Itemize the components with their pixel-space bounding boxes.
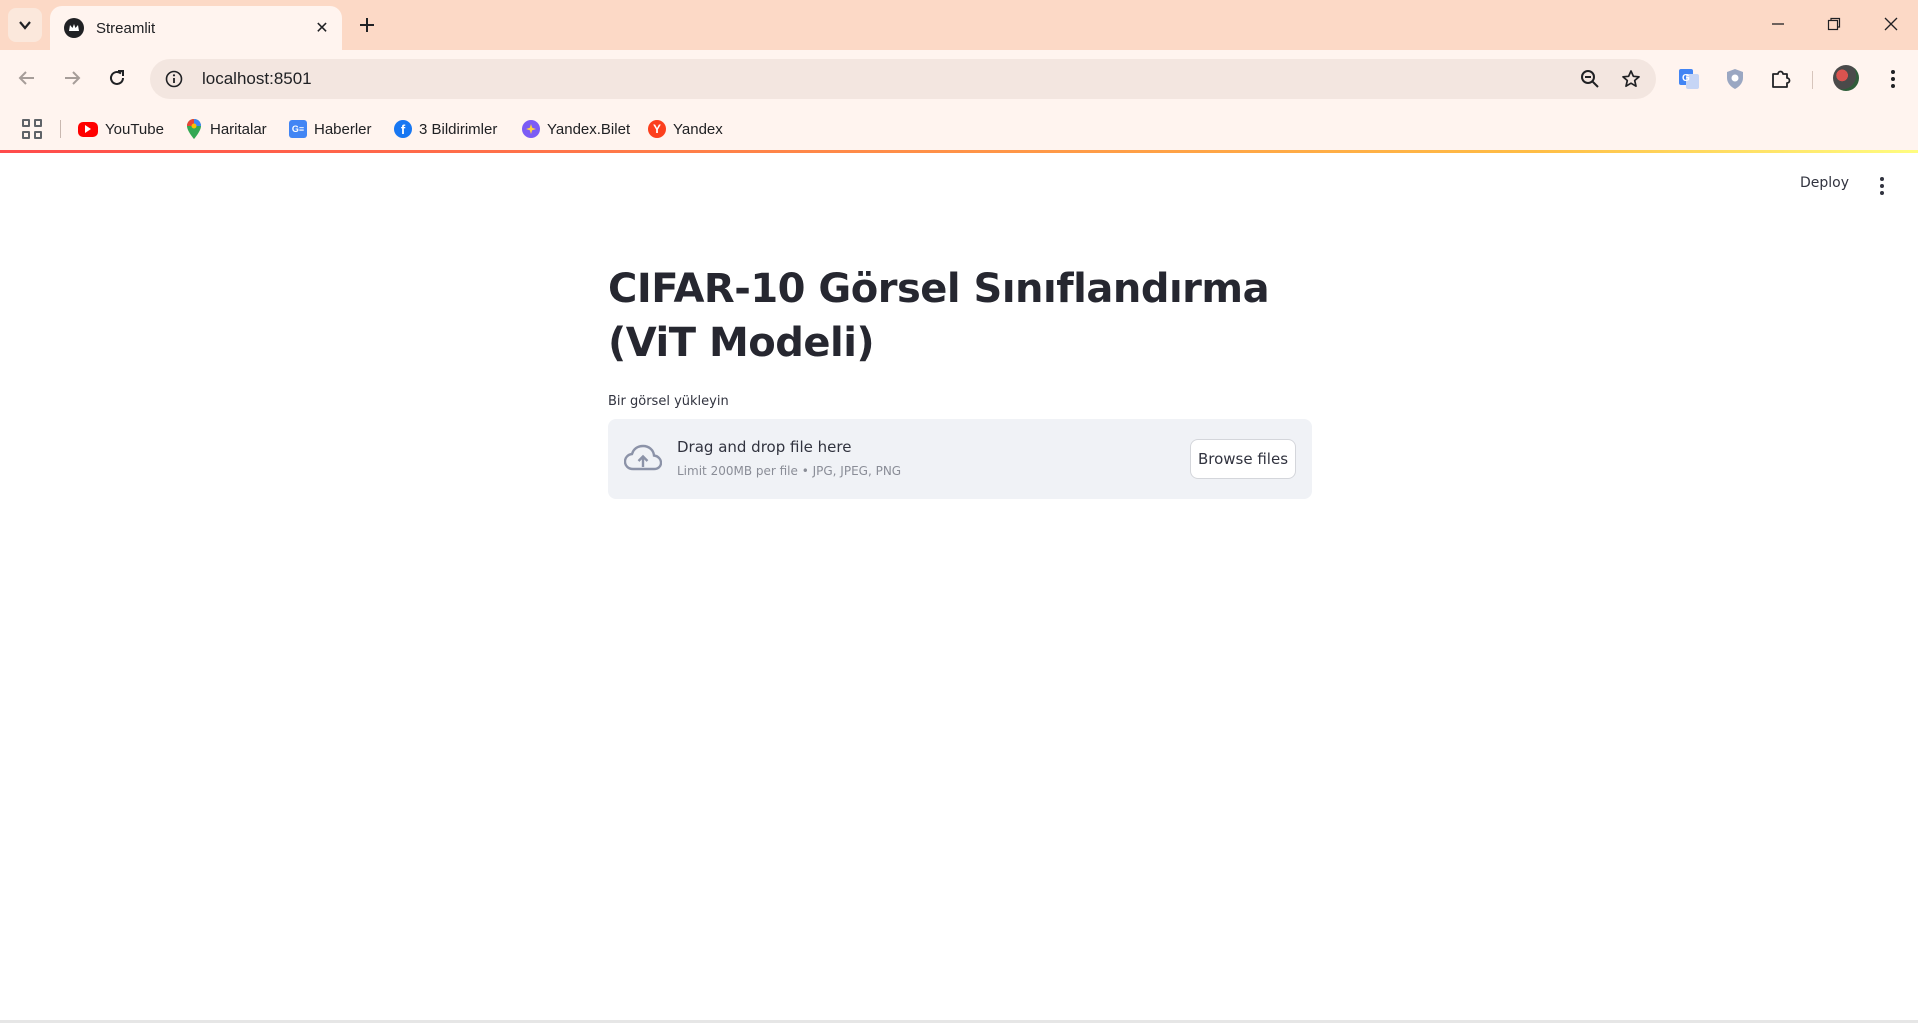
- bookmark-haberler[interactable]: G≡ Haberler: [289, 118, 372, 140]
- bookmark-yandex-bilet[interactable]: Yandex.Bilet: [522, 118, 630, 140]
- browser-title-bar: Streamlit ✕: [0, 0, 1918, 50]
- restore-icon: [1827, 17, 1841, 31]
- page-title: CIFAR-10 Görsel Sınıflandırma (ViT Model…: [608, 266, 1270, 366]
- zoom-icon[interactable]: [1574, 63, 1606, 95]
- app-menu-icon[interactable]: [1874, 174, 1890, 198]
- extensions-puzzle-icon[interactable]: [1765, 63, 1797, 95]
- bookmark-label: 3 Bildirimler: [419, 120, 498, 138]
- youtube-icon: [78, 121, 98, 137]
- arrow-left-icon: [18, 71, 34, 85]
- chevron-down-icon: [19, 21, 31, 30]
- address-bar[interactable]: localhost:8501: [150, 59, 1656, 99]
- close-window-button[interactable]: [1870, 6, 1912, 42]
- facebook-icon: f: [394, 120, 412, 138]
- streamlit-favicon-icon: [64, 18, 84, 38]
- url-text[interactable]: localhost:8501: [202, 69, 1574, 89]
- browse-files-button[interactable]: Browse files: [1190, 439, 1296, 479]
- restore-button[interactable]: [1813, 6, 1855, 42]
- yandex-bilet-icon: [522, 120, 540, 138]
- deploy-button[interactable]: Deploy: [1800, 175, 1849, 191]
- browser-toolbar: localhost:8501 G: [0, 50, 1918, 108]
- toolbar-divider: [1812, 71, 1813, 89]
- arrow-right-icon: [65, 71, 81, 85]
- new-tab-button[interactable]: [352, 10, 382, 40]
- bookmarks-divider: [60, 120, 61, 138]
- browser-tab[interactable]: Streamlit ✕: [50, 6, 342, 50]
- plus-icon: [360, 18, 374, 32]
- tab-title: Streamlit: [96, 19, 156, 37]
- site-info-icon[interactable]: [164, 69, 184, 89]
- profile-avatar[interactable]: [1833, 65, 1859, 91]
- reload-button[interactable]: [101, 62, 133, 94]
- news-icon: G≡: [289, 120, 307, 138]
- bookmark-label: YouTube: [105, 120, 164, 138]
- tab-close-icon[interactable]: ✕: [312, 18, 332, 38]
- bookmark-haritalar[interactable]: Haritalar: [185, 118, 267, 140]
- close-icon: [1884, 17, 1898, 31]
- maps-pin-icon: [185, 119, 203, 139]
- bookmark-label: Haritalar: [210, 120, 267, 138]
- cloud-upload-icon: [624, 444, 662, 471]
- dropzone-limit-text: Limit 200MB per file • JPG, JPEG, PNG: [677, 464, 902, 478]
- apps-grid-icon[interactable]: [20, 117, 44, 141]
- streamlit-decoration-bar: [0, 150, 1918, 153]
- bookmark-star-icon[interactable]: [1615, 63, 1647, 95]
- minimize-icon: [1772, 23, 1784, 25]
- main-content: CIFAR-10 Görsel Sınıflandırma (ViT Model…: [608, 262, 1312, 499]
- file-uploader-label: Bir görsel yükleyin: [608, 394, 729, 409]
- google-translate-icon[interactable]: G: [1673, 63, 1705, 95]
- dropzone-instructions: Drag and drop file here: [677, 438, 852, 456]
- bookmark-label: Yandex: [673, 120, 723, 138]
- bookmark-label: Haberler: [314, 120, 372, 138]
- tab-search-button[interactable]: [8, 8, 42, 42]
- bookmarks-bar: YouTube Haritalar G≡ Haberler f 3 Bildir…: [0, 108, 1918, 150]
- bookmark-facebook[interactable]: f 3 Bildirimler: [394, 118, 497, 140]
- minimize-button[interactable]: [1757, 6, 1799, 42]
- back-button[interactable]: [11, 62, 43, 94]
- reload-icon: [110, 70, 124, 85]
- file-dropzone[interactable]: Drag and drop file here Limit 200MB per …: [608, 419, 1312, 499]
- bookmark-label: Yandex.Bilet: [547, 120, 631, 138]
- bookmark-youtube[interactable]: YouTube: [78, 118, 164, 140]
- svg-text:G: G: [1682, 73, 1690, 84]
- forward-button[interactable]: [56, 62, 88, 94]
- browser-menu-icon[interactable]: [1877, 63, 1909, 95]
- bookmark-yandex[interactable]: Y Yandex: [648, 118, 723, 140]
- shield-extension-icon[interactable]: [1719, 63, 1751, 95]
- yandex-icon: Y: [648, 120, 666, 138]
